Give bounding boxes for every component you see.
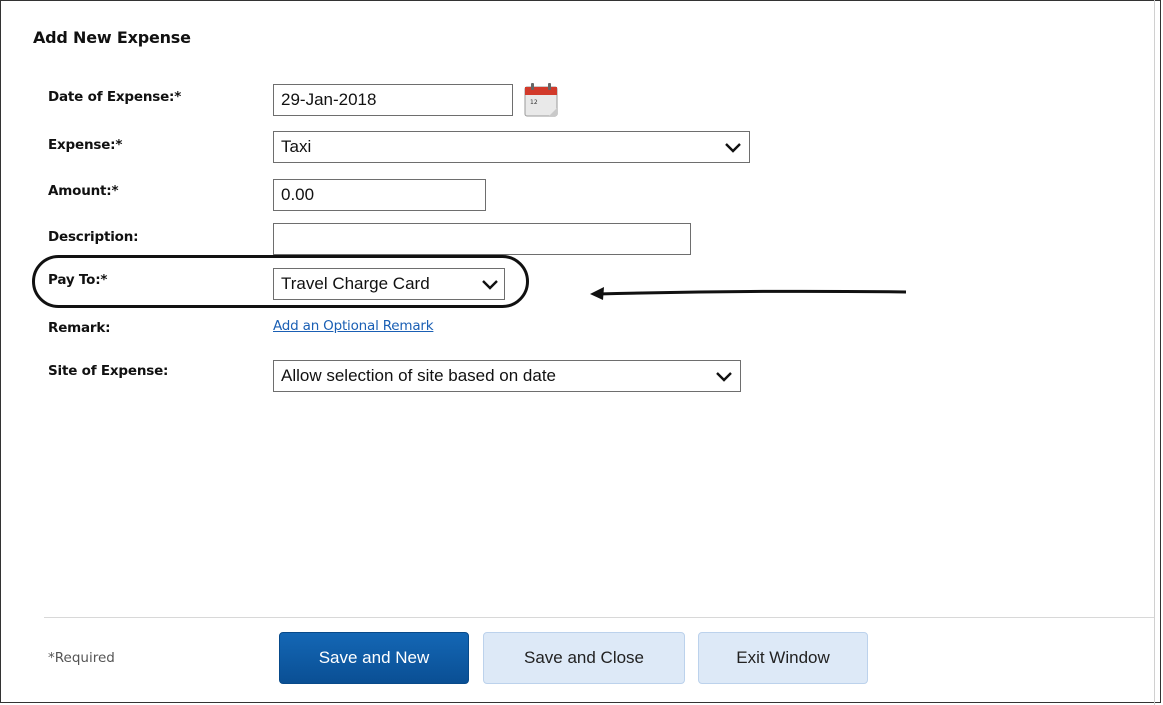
site-select[interactable]: Allow selection of site based on date — [273, 360, 741, 392]
chevron-down-icon — [716, 372, 732, 382]
footer-divider — [44, 617, 1154, 618]
description-input[interactable] — [273, 223, 691, 255]
required-note: *Required — [48, 650, 115, 666]
amount-label: Amount:* — [48, 183, 119, 199]
site-select-value: Allow selection of site based on date — [281, 366, 557, 385]
dialog-title: Add New Expense — [33, 28, 191, 47]
save-and-close-button[interactable]: Save and Close — [483, 632, 685, 684]
remark-label: Remark: — [48, 320, 111, 336]
description-label: Description: — [48, 229, 139, 245]
calendar-icon[interactable]: 12 — [523, 80, 561, 118]
expense-label: Expense:* — [48, 137, 123, 153]
chevron-down-icon — [725, 143, 741, 153]
expense-select[interactable]: Taxi — [273, 131, 750, 163]
dialog-right-border — [1154, 0, 1155, 705]
annotation-arrow — [590, 287, 907, 300]
date-label: Date of Expense:* — [48, 89, 182, 105]
add-remark-link[interactable]: Add an Optional Remark — [273, 318, 434, 334]
expense-select-value: Taxi — [281, 137, 312, 156]
save-and-new-button[interactable]: Save and New — [279, 632, 469, 684]
svg-text:12: 12 — [530, 99, 538, 106]
highlight-oval — [32, 255, 529, 308]
dialog-frame — [0, 0, 1161, 703]
date-input[interactable]: 29-Jan-2018 — [273, 84, 513, 116]
exit-window-button[interactable]: Exit Window — [698, 632, 868, 684]
site-label: Site of Expense: — [48, 363, 169, 379]
amount-input[interactable]: 0.00 — [273, 179, 486, 211]
